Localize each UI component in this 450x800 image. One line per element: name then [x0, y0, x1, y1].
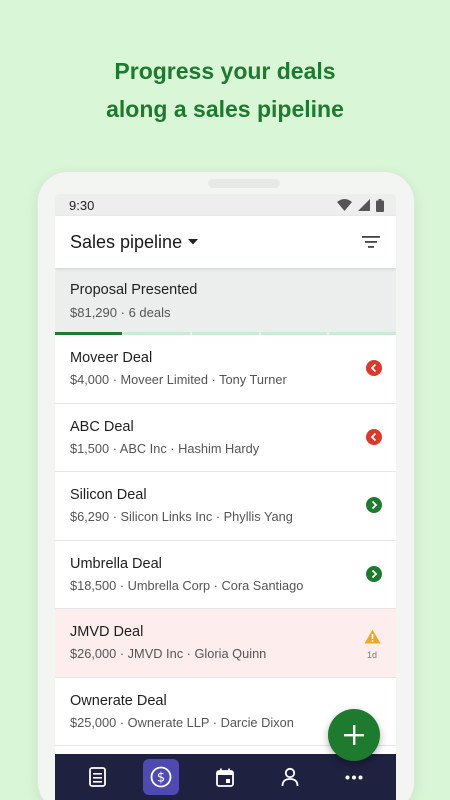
deals-dollar-icon: $ [150, 766, 172, 788]
stage-separator: · [120, 305, 125, 320]
promo-headline: Progress your deals along a sales pipeli… [0, 52, 450, 128]
deal-meta: $1,500 · ABC Inc · Hashim Hardy [70, 440, 260, 456]
deal-warning: 1d [363, 629, 381, 660]
stage-value: $81,290 [70, 305, 117, 320]
nav-calendar[interactable] [207, 759, 243, 795]
deal-row[interactable]: JMVD Deal $26,000 · JMVD Inc · Gloria Qu… [55, 609, 396, 678]
phone-speaker [208, 179, 280, 188]
deal-meta: $6,290 · Silicon Links Inc · Phyllis Yan… [70, 509, 293, 524]
caret-down-icon [188, 239, 199, 245]
move-back-icon [366, 360, 382, 376]
warning-icon [364, 629, 380, 644]
bottom-nav: $ [55, 754, 396, 800]
deal-meta: $26,000 · JMVD Inc · Gloria Quinn [70, 646, 267, 661]
deal-name: JMVD Deal [70, 624, 144, 640]
more-icon [345, 775, 363, 779]
add-deal-button[interactable] [328, 709, 380, 761]
status-bar: 9:30 [55, 194, 396, 216]
deal-name: ABC Deal [70, 418, 134, 435]
plus-icon [344, 725, 364, 745]
deal-row[interactable]: Moveer Deal $4,000 · Moveer Limited · To… [55, 335, 396, 404]
stage-header[interactable]: Proposal Presented $81,290 · 6 deals [55, 268, 396, 335]
stage-name: Proposal Presented [70, 282, 198, 298]
wifi-icon [337, 199, 352, 211]
stage-summary: $81,290 · 6 deals [70, 305, 381, 320]
promo-line-2: along a sales pipeline [106, 96, 344, 122]
app-bar: Sales pipeline [55, 216, 396, 268]
pipeline-selector[interactable]: Sales pipeline [70, 231, 199, 253]
battery-icon [376, 198, 384, 212]
app-title: Sales pipeline [70, 231, 183, 252]
deal-age: 1d [366, 650, 377, 660]
move-forward-icon [366, 497, 382, 513]
phone-screen: 9:30 Sales pipeline Proposal Presented $… [55, 194, 396, 800]
status-icons [337, 198, 384, 212]
deal-name: Moveer Deal [70, 350, 153, 366]
nav-activities[interactable] [79, 759, 115, 795]
deal-row[interactable]: Umbrella Deal $18,500 · Umbrella Corp · … [55, 540, 396, 609]
signal-icon [358, 199, 370, 211]
filter-icon[interactable] [362, 235, 380, 249]
deal-name: Silicon Deal [70, 487, 147, 503]
move-forward-icon [366, 565, 382, 582]
nav-contacts[interactable] [272, 759, 308, 795]
deal-name: Ownerate Deal [70, 692, 167, 709]
status-time: 9:30 [69, 197, 95, 213]
activities-icon [88, 767, 106, 787]
deal-list: Moveer Deal $4,000 · Moveer Limited · To… [55, 335, 396, 746]
contacts-person-icon [281, 767, 299, 787]
deal-row[interactable]: Silicon Deal $6,290 · Silicon Links Inc … [55, 472, 396, 541]
phone-frame: 9:30 Sales pipeline Proposal Presented $… [38, 172, 414, 800]
nav-deals[interactable]: $ [143, 759, 180, 795]
nav-more[interactable] [336, 759, 372, 795]
move-back-icon [366, 428, 382, 445]
calendar-icon [216, 768, 235, 787]
svg-text:$: $ [157, 771, 165, 786]
deal-row[interactable]: ABC Deal $1,500 · ABC Inc · Hashim Hardy [55, 403, 396, 472]
deal-meta: $18,500 · Umbrella Corp · Cora Santiago [70, 577, 304, 593]
deal-name: Umbrella Deal [70, 555, 162, 572]
deal-meta: $4,000 · Moveer Limited · Tony Turner [70, 372, 287, 387]
stage-deal-count: 6 deals [128, 305, 171, 320]
promo-line-1: Progress your deals [114, 58, 336, 84]
